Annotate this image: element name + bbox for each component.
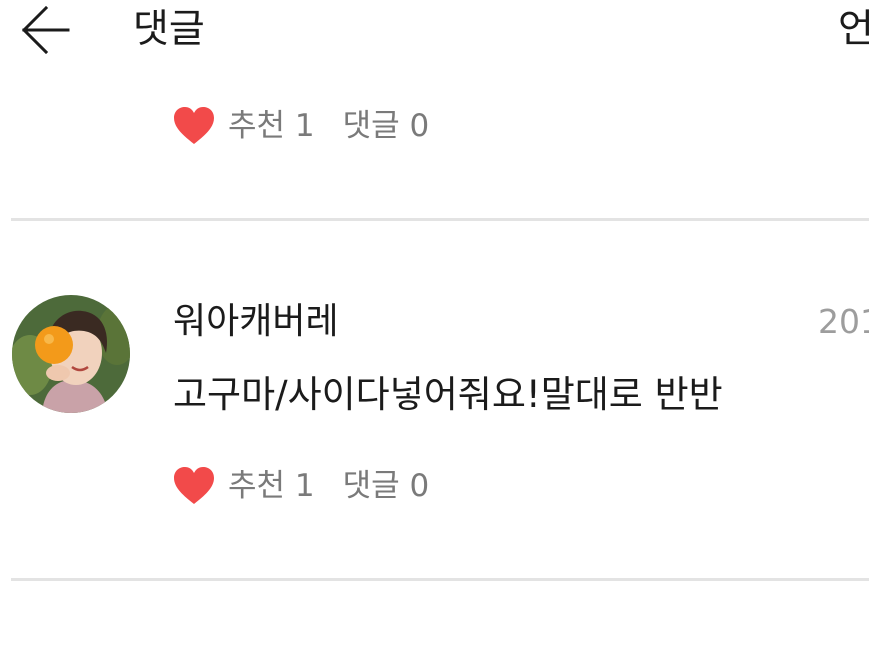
comment-author[interactable]: 워아캐버레 bbox=[173, 298, 339, 346]
reply-count[interactable]: 댓글 0 bbox=[343, 106, 430, 146]
avatar[interactable] bbox=[12, 295, 130, 413]
arrow-left-icon bbox=[21, 6, 70, 54]
reply-label: 댓글 bbox=[342, 468, 400, 504]
comment-text: 고구마/사이다넣어줘요!말대로 반반 bbox=[173, 373, 723, 416]
comment-stats: 추천 1 댓글 0 bbox=[172, 464, 429, 508]
recommend-label: 추천 bbox=[228, 108, 286, 144]
heart-icon[interactable] bbox=[172, 106, 216, 146]
comment-divider bbox=[11, 218, 869, 221]
reply-label: 댓글 bbox=[342, 108, 400, 144]
reply-number: 0 bbox=[409, 108, 430, 144]
back-button[interactable] bbox=[20, 6, 72, 54]
comment-timestamp: 201 bbox=[818, 302, 869, 341]
comment-stats: 추천 1 댓글 0 bbox=[172, 104, 429, 148]
recommend-number: 1 bbox=[294, 468, 315, 504]
reply-count[interactable]: 댓글 0 bbox=[343, 466, 430, 506]
app-header: 댓글 언 bbox=[0, 0, 869, 62]
recommend-label: 추천 bbox=[228, 468, 286, 504]
recommend-count[interactable]: 추천 1 bbox=[228, 466, 315, 506]
comment-divider bbox=[11, 578, 869, 581]
page-title: 댓글 bbox=[133, 7, 205, 52]
heart-icon[interactable] bbox=[172, 466, 216, 506]
header-right-action[interactable]: 언 bbox=[838, 4, 869, 56]
recommend-count[interactable]: 추천 1 bbox=[228, 106, 315, 146]
recommend-number: 1 bbox=[294, 108, 315, 144]
reply-number: 0 bbox=[409, 468, 430, 504]
